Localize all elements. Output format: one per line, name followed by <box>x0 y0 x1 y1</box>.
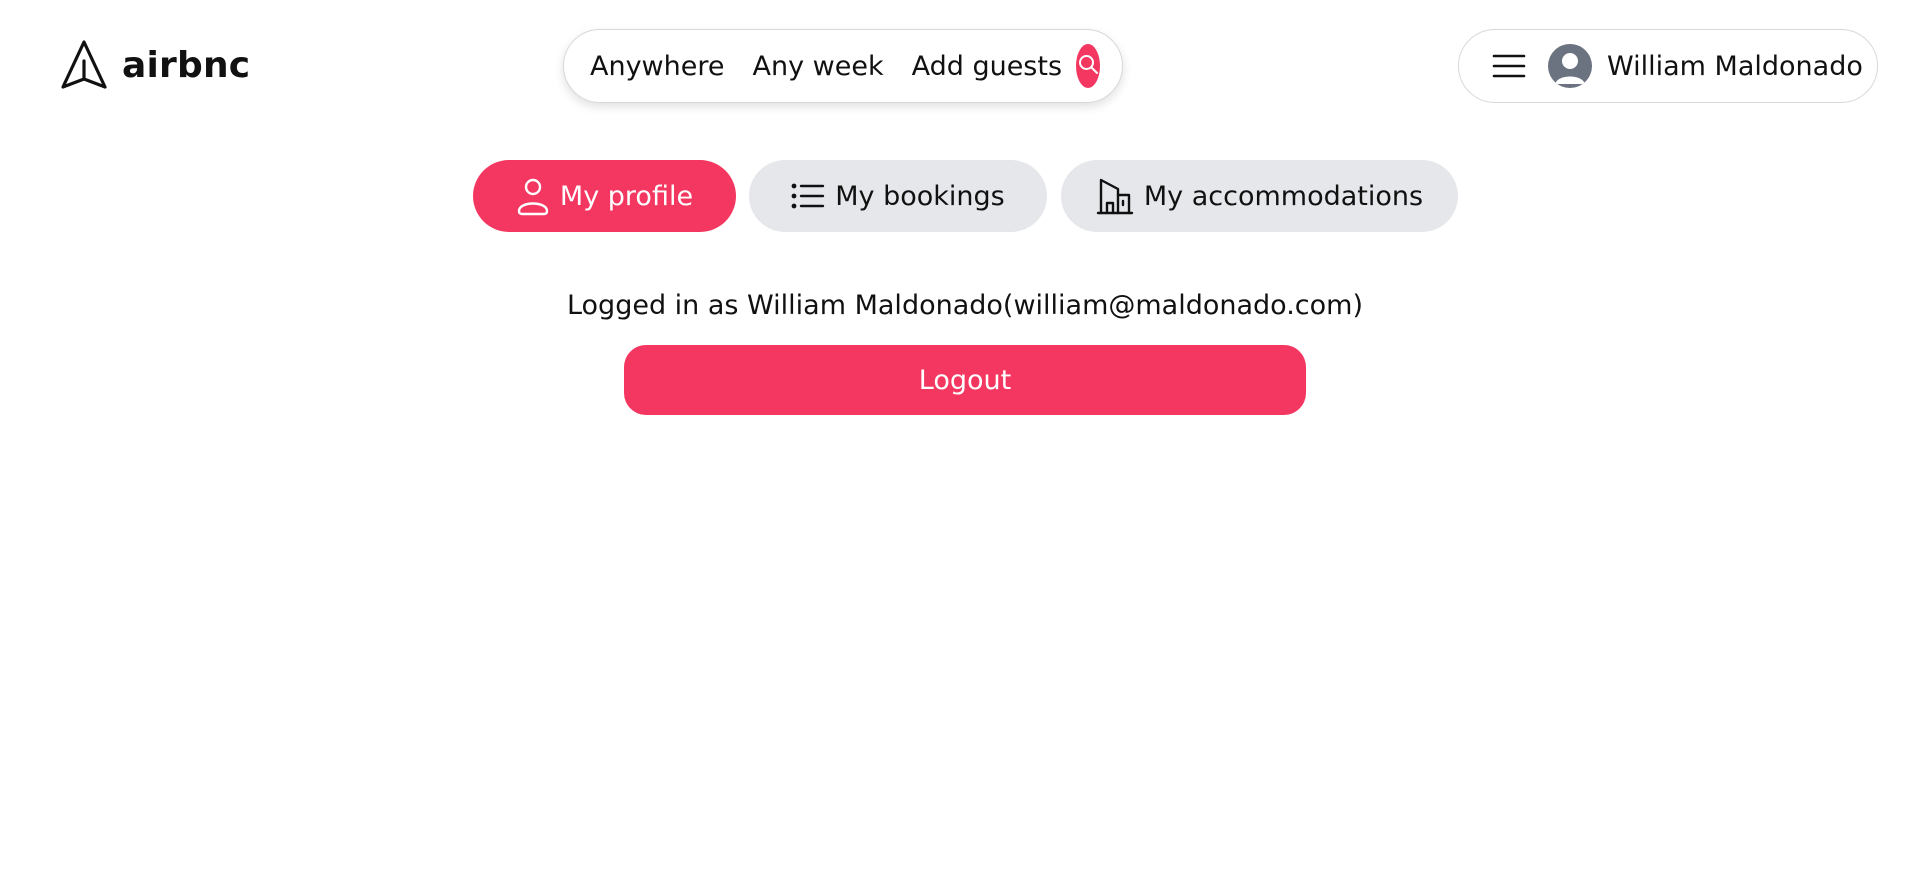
logo-link[interactable]: airbnc <box>60 39 250 91</box>
tab-my-accommodations[interactable]: My accommodations <box>1061 160 1458 232</box>
paper-plane-icon <box>60 39 108 91</box>
account-tabs: My profile My bookings My accommodations <box>0 160 1920 232</box>
search-location[interactable]: Anywhere <box>590 51 725 82</box>
hamburger-icon <box>1492 53 1526 79</box>
top-header: airbnc Anywhere Any week Add guests Will… <box>0 0 1920 130</box>
user-avatar-icon <box>1548 44 1592 88</box>
search-icon <box>1076 52 1100 80</box>
login-status-text: Logged in as William Maldonado(william@m… <box>566 290 1364 321</box>
tab-label: My bookings <box>835 180 1005 212</box>
user-icon <box>516 176 550 216</box>
search-bar[interactable]: Anywhere Any week Add guests <box>563 29 1123 103</box>
search-dates[interactable]: Any week <box>753 51 884 82</box>
tab-label: My profile <box>559 180 694 212</box>
search-button[interactable] <box>1076 44 1101 88</box>
user-name: William Maldonado <box>1607 50 1863 82</box>
tab-my-profile[interactable]: My profile <box>473 160 736 232</box>
user-menu-button[interactable]: William Maldonado <box>1458 29 1878 103</box>
logout-button[interactable]: Logout <box>624 345 1306 415</box>
logo-text: airbnc <box>122 44 251 86</box>
tab-label: My accommodations <box>1143 180 1424 212</box>
list-icon <box>791 182 825 210</box>
tab-my-bookings[interactable]: My bookings <box>749 160 1047 232</box>
search-guests[interactable]: Add guests <box>912 51 1062 82</box>
building-icon <box>1096 177 1134 215</box>
